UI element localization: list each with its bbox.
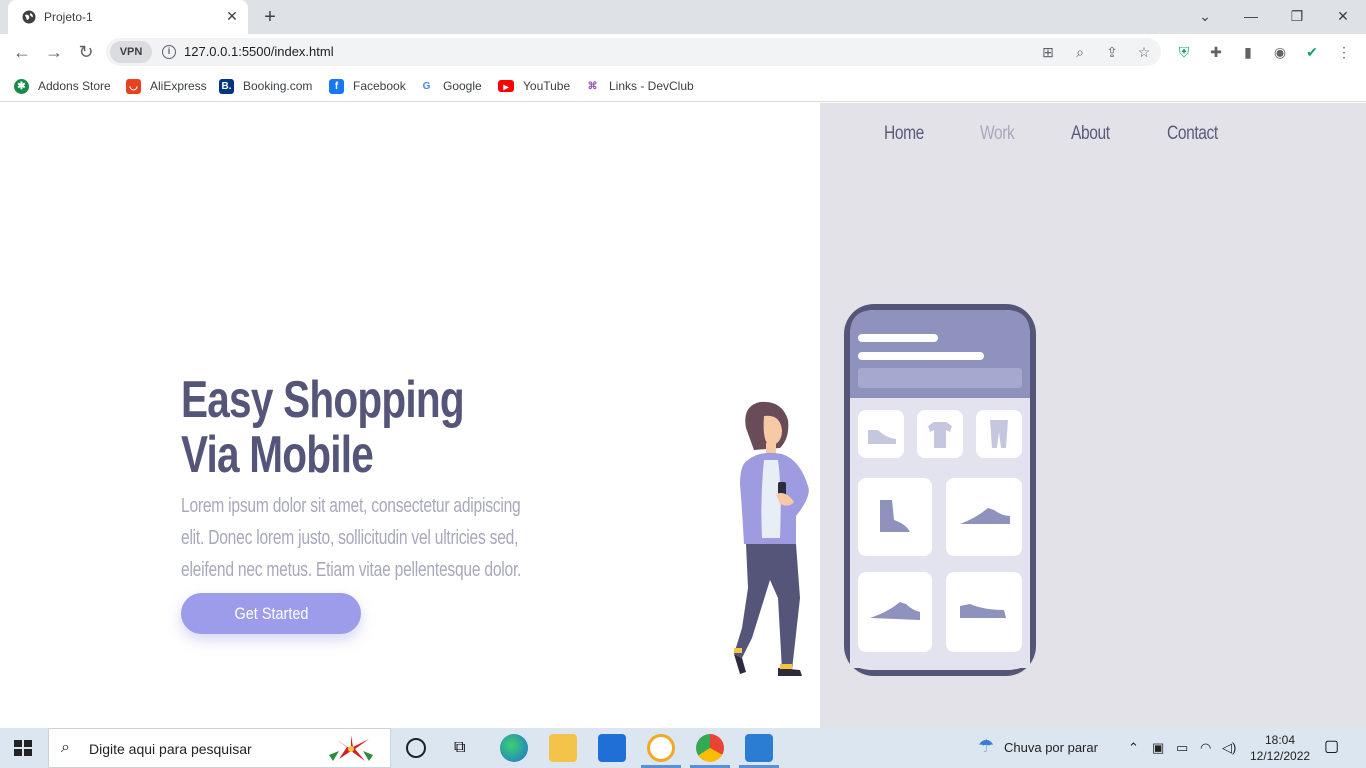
bookmark-youtube[interactable]: ▸ YouTube xyxy=(498,77,570,95)
share-icon[interactable]: ⇪ xyxy=(1104,44,1120,60)
browser-toolbar: ← → ↻ VPN i 127.0.0.1:5500/index.html ⊞ … xyxy=(0,34,1366,70)
phone-mockup xyxy=(844,304,1036,676)
nav-home[interactable]: Home xyxy=(884,123,924,145)
search-icon: ⌕ xyxy=(61,739,70,756)
google-icon: G xyxy=(419,78,434,94)
hero-title-line2: Via Mobile xyxy=(181,426,374,484)
bookmark-label: Links - DevClub xyxy=(609,79,694,93)
reload-icon[interactable]: ↻ xyxy=(75,41,97,63)
close-tab-icon[interactable]: ✕ xyxy=(224,8,240,24)
globe-icon xyxy=(22,10,36,24)
back-icon[interactable]: ← xyxy=(11,41,33,63)
cortana-icon[interactable] xyxy=(406,738,426,758)
bookmark-aliexpress[interactable]: ◡ AliExpress xyxy=(126,77,207,95)
bookmark-addons[interactable]: ✱ Addons Store xyxy=(14,77,111,95)
tab-bar: Projeto-1 ✕ + ⌄ — ❐ ✕ xyxy=(0,0,1366,34)
booking-icon: B. xyxy=(219,78,234,94)
puzzle-icon[interactable]: ✚ xyxy=(1207,43,1225,61)
bookmark-label: YouTube xyxy=(523,79,571,93)
profile-icon[interactable]: ◉ xyxy=(1271,43,1289,61)
get-started-button[interactable]: Get Started xyxy=(181,593,361,634)
translate-icon[interactable]: ⊞ xyxy=(1040,44,1056,60)
hero-title-line1: Easy Shopping xyxy=(181,371,465,429)
clock-date: 12/12/2022 xyxy=(1250,749,1311,763)
chevron-down-icon[interactable]: ⌄ xyxy=(1193,5,1217,27)
wifi-icon[interactable]: ◠ xyxy=(1200,740,1211,756)
taskbar-search[interactable]: ⌕ Digite aqui para pesquisar xyxy=(48,728,391,768)
edge-icon[interactable] xyxy=(500,734,528,762)
bookmark-booking[interactable]: B. Booking.com xyxy=(219,77,312,95)
vpn-badge[interactable]: VPN xyxy=(110,41,152,63)
weather-text[interactable]: Chuva por parar xyxy=(1004,740,1098,755)
clock-time: 18:04 xyxy=(1264,733,1296,747)
page: Home Work About Contact Easy Shopping Vi… xyxy=(0,103,1366,728)
browser-tab[interactable]: Projeto-1 ✕ xyxy=(8,0,248,34)
vpn-app-icon[interactable] xyxy=(647,734,675,762)
adblock-icon[interactable]: ✔ xyxy=(1303,43,1321,61)
bookmark-facebook[interactable]: f Facebook xyxy=(329,77,406,95)
close-window-icon[interactable]: ✕ xyxy=(1331,5,1355,27)
menu-icon[interactable]: ⋮ xyxy=(1335,43,1353,61)
volume-icon[interactable]: ◁) xyxy=(1222,740,1236,756)
chevron-up-icon[interactable]: ⌃ xyxy=(1128,740,1139,756)
bookmark-label: AliExpress xyxy=(150,79,207,93)
vscode-icon[interactable] xyxy=(745,734,773,762)
get-started-label: Get Started xyxy=(234,604,308,623)
side-panel-icon[interactable]: ▮ xyxy=(1239,43,1257,61)
forward-icon[interactable]: → xyxy=(43,41,65,63)
hero-title: Easy Shopping Via Mobile xyxy=(181,371,465,484)
devclub-icon: ⌘ xyxy=(585,78,600,94)
nav-work[interactable]: Work xyxy=(980,123,1015,145)
address-bar[interactable]: VPN i 127.0.0.1:5500/index.html ⊞ ⌕ ⇪ ☆ xyxy=(106,38,1161,66)
product-tile-pants[interactable] xyxy=(976,410,1022,458)
notifications-icon[interactable]: ▢ xyxy=(1324,738,1342,756)
restore-icon[interactable]: ❐ xyxy=(1285,5,1309,27)
taskbar: ⌕ Digite aqui para pesquisar ⧉ ☂ Chuva p… xyxy=(0,728,1366,768)
bookmark-google[interactable]: G Google xyxy=(419,77,482,95)
poinsettia-icon xyxy=(329,735,373,761)
bookmark-label: Google xyxy=(443,79,482,93)
product-tile-boot[interactable] xyxy=(858,478,932,556)
bookmark-label: Booking.com xyxy=(243,79,313,93)
weather-icon[interactable]: ☂ xyxy=(978,736,994,757)
bookmark-devclub[interactable]: ⌘ Links - DevClub xyxy=(585,77,694,95)
bookmark-label: Facebook xyxy=(353,79,406,93)
meet-icon[interactable]: ▣ xyxy=(1152,740,1164,756)
bookmark-label: Addons Store xyxy=(38,79,111,93)
shopping-illustration xyxy=(734,304,1036,676)
bookmarks-bar: ✱ Addons Store ◡ AliExpress B. Booking.c… xyxy=(0,70,1366,102)
facebook-icon: f xyxy=(329,78,344,94)
nav-about[interactable]: About xyxy=(1071,123,1110,145)
mail-icon[interactable] xyxy=(598,734,626,762)
site-info-icon[interactable]: i xyxy=(162,45,176,59)
file-explorer-icon[interactable] xyxy=(549,734,577,762)
youtube-icon: ▸ xyxy=(498,80,514,93)
tab-title: Projeto-1 xyxy=(44,10,93,24)
shield-extension-icon[interactable]: ⛨ xyxy=(1175,43,1193,61)
minimize-icon[interactable]: — xyxy=(1239,5,1263,27)
zoom-icon[interactable]: ⌕ xyxy=(1072,44,1088,60)
woman-figure xyxy=(734,401,809,676)
battery-icon[interactable]: ▭ xyxy=(1176,740,1188,756)
nav-contact[interactable]: Contact xyxy=(1167,123,1218,145)
bookmark-star-icon[interactable]: ☆ xyxy=(1136,44,1152,60)
task-view-icon[interactable]: ⧉ xyxy=(454,738,474,758)
addons-icon: ✱ xyxy=(14,78,29,94)
chrome-icon[interactable] xyxy=(696,734,724,762)
windows-start-icon[interactable] xyxy=(14,740,32,756)
aliexpress-icon: ◡ xyxy=(126,78,141,94)
search-placeholder: Digite aqui para pesquisar xyxy=(89,741,252,757)
hero-description: Lorem ipsum dolor sit amet, consectetur … xyxy=(181,495,522,581)
url-text[interactable]: 127.0.0.1:5500/index.html xyxy=(184,44,334,59)
new-tab-button[interactable]: + xyxy=(260,6,280,28)
clock[interactable]: 18:04 12/12/2022 xyxy=(1250,732,1310,764)
